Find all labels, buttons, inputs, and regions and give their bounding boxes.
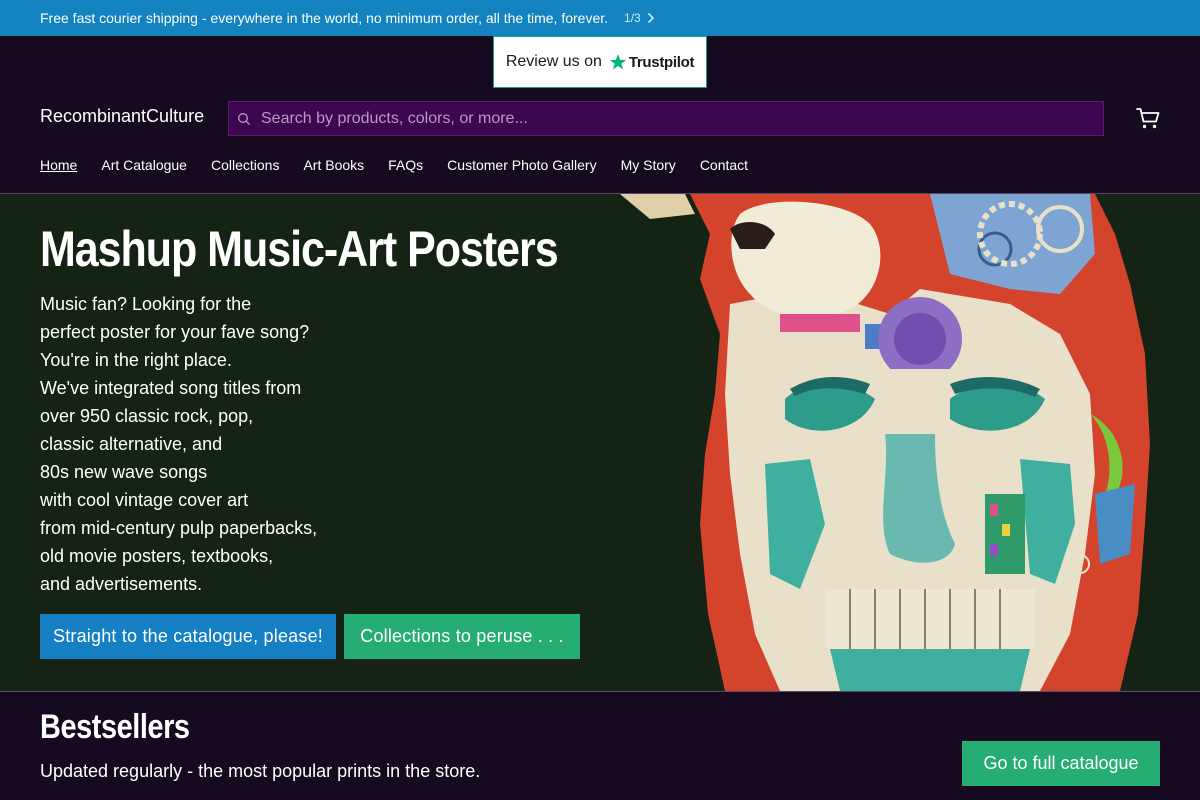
search-icon: [238, 112, 250, 125]
announcement-bar: Free fast courier shipping - everywhere …: [0, 0, 1200, 36]
nav-item-customer-photo-gallery[interactable]: Customer Photo Gallery: [447, 157, 596, 173]
announcement-pager-count: 1/3: [624, 11, 641, 25]
hero-description-line: You're in the right place.: [40, 350, 232, 370]
trustpilot-logo: Trustpilot: [609, 53, 694, 71]
hero-poster-artwork: [612, 194, 1150, 691]
trustpilot-review-widget[interactable]: Review us on Trustpilot: [493, 36, 707, 88]
nav-item-contact[interactable]: Contact: [700, 157, 748, 173]
nav-item-art-books[interactable]: Art Books: [303, 157, 364, 173]
hero-description-line: We've integrated song titles from: [40, 378, 302, 398]
collections-button[interactable]: Collections to peruse . . .: [344, 614, 580, 659]
hero-banner: Mashup Music-Art Posters Music fan? Look…: [0, 194, 1200, 691]
nav-item-art-catalogue[interactable]: Art Catalogue: [101, 157, 187, 173]
bestsellers-subtitle: Updated regularly - the most popular pri…: [40, 761, 481, 781]
section-divider: [0, 691, 1200, 692]
hero-description-line: from mid-century pulp paperbacks,: [40, 518, 318, 538]
hero-description-line: old movie posters, textbooks,: [40, 546, 274, 566]
search-input[interactable]: [261, 102, 1103, 135]
announcement-text: Free fast courier shipping - everywhere …: [40, 10, 609, 26]
chevron-right-icon[interactable]: [647, 12, 655, 24]
cart-icon[interactable]: [1135, 105, 1161, 131]
hero-description-line: perfect poster for your fave song?: [40, 322, 310, 342]
main-nav: Home Art Catalogue Collections Art Books…: [40, 157, 748, 173]
hero-description-line: classic alternative, and: [40, 434, 223, 454]
hero-description-line: 80s new wave songs: [40, 462, 208, 482]
search-bar[interactable]: [228, 101, 1104, 136]
nav-item-home[interactable]: Home: [40, 157, 77, 173]
nav-item-my-story[interactable]: My Story: [621, 157, 676, 173]
trustpilot-prefix: Review us on: [505, 53, 602, 70]
catalogue-button[interactable]: Straight to the catalogue, please!: [40, 614, 336, 659]
star-icon: [609, 54, 627, 70]
full-catalogue-button[interactable]: Go to full catalogue: [962, 741, 1160, 786]
hero-description-line: over 950 classic rock, pop,: [40, 406, 254, 426]
hero-description-line: Music fan? Looking for the: [40, 294, 252, 314]
bestsellers-title: Bestsellers: [40, 708, 190, 746]
announcement-pager[interactable]: 1/3: [624, 11, 655, 25]
brand-logo[interactable]: RecombinantCulture: [40, 106, 204, 127]
nav-item-collections[interactable]: Collections: [211, 157, 279, 173]
hero-description: Music fan? Looking for the perfect poste…: [40, 290, 317, 598]
nav-item-faqs[interactable]: FAQs: [388, 157, 423, 173]
trustpilot-logo-text: Trustpilot: [628, 53, 695, 71]
hero-title: Mashup Music-Art Posters: [40, 221, 559, 277]
hero-description-line: and advertisements.: [40, 574, 203, 594]
hero-description-line: with cool vintage cover art: [40, 490, 249, 510]
